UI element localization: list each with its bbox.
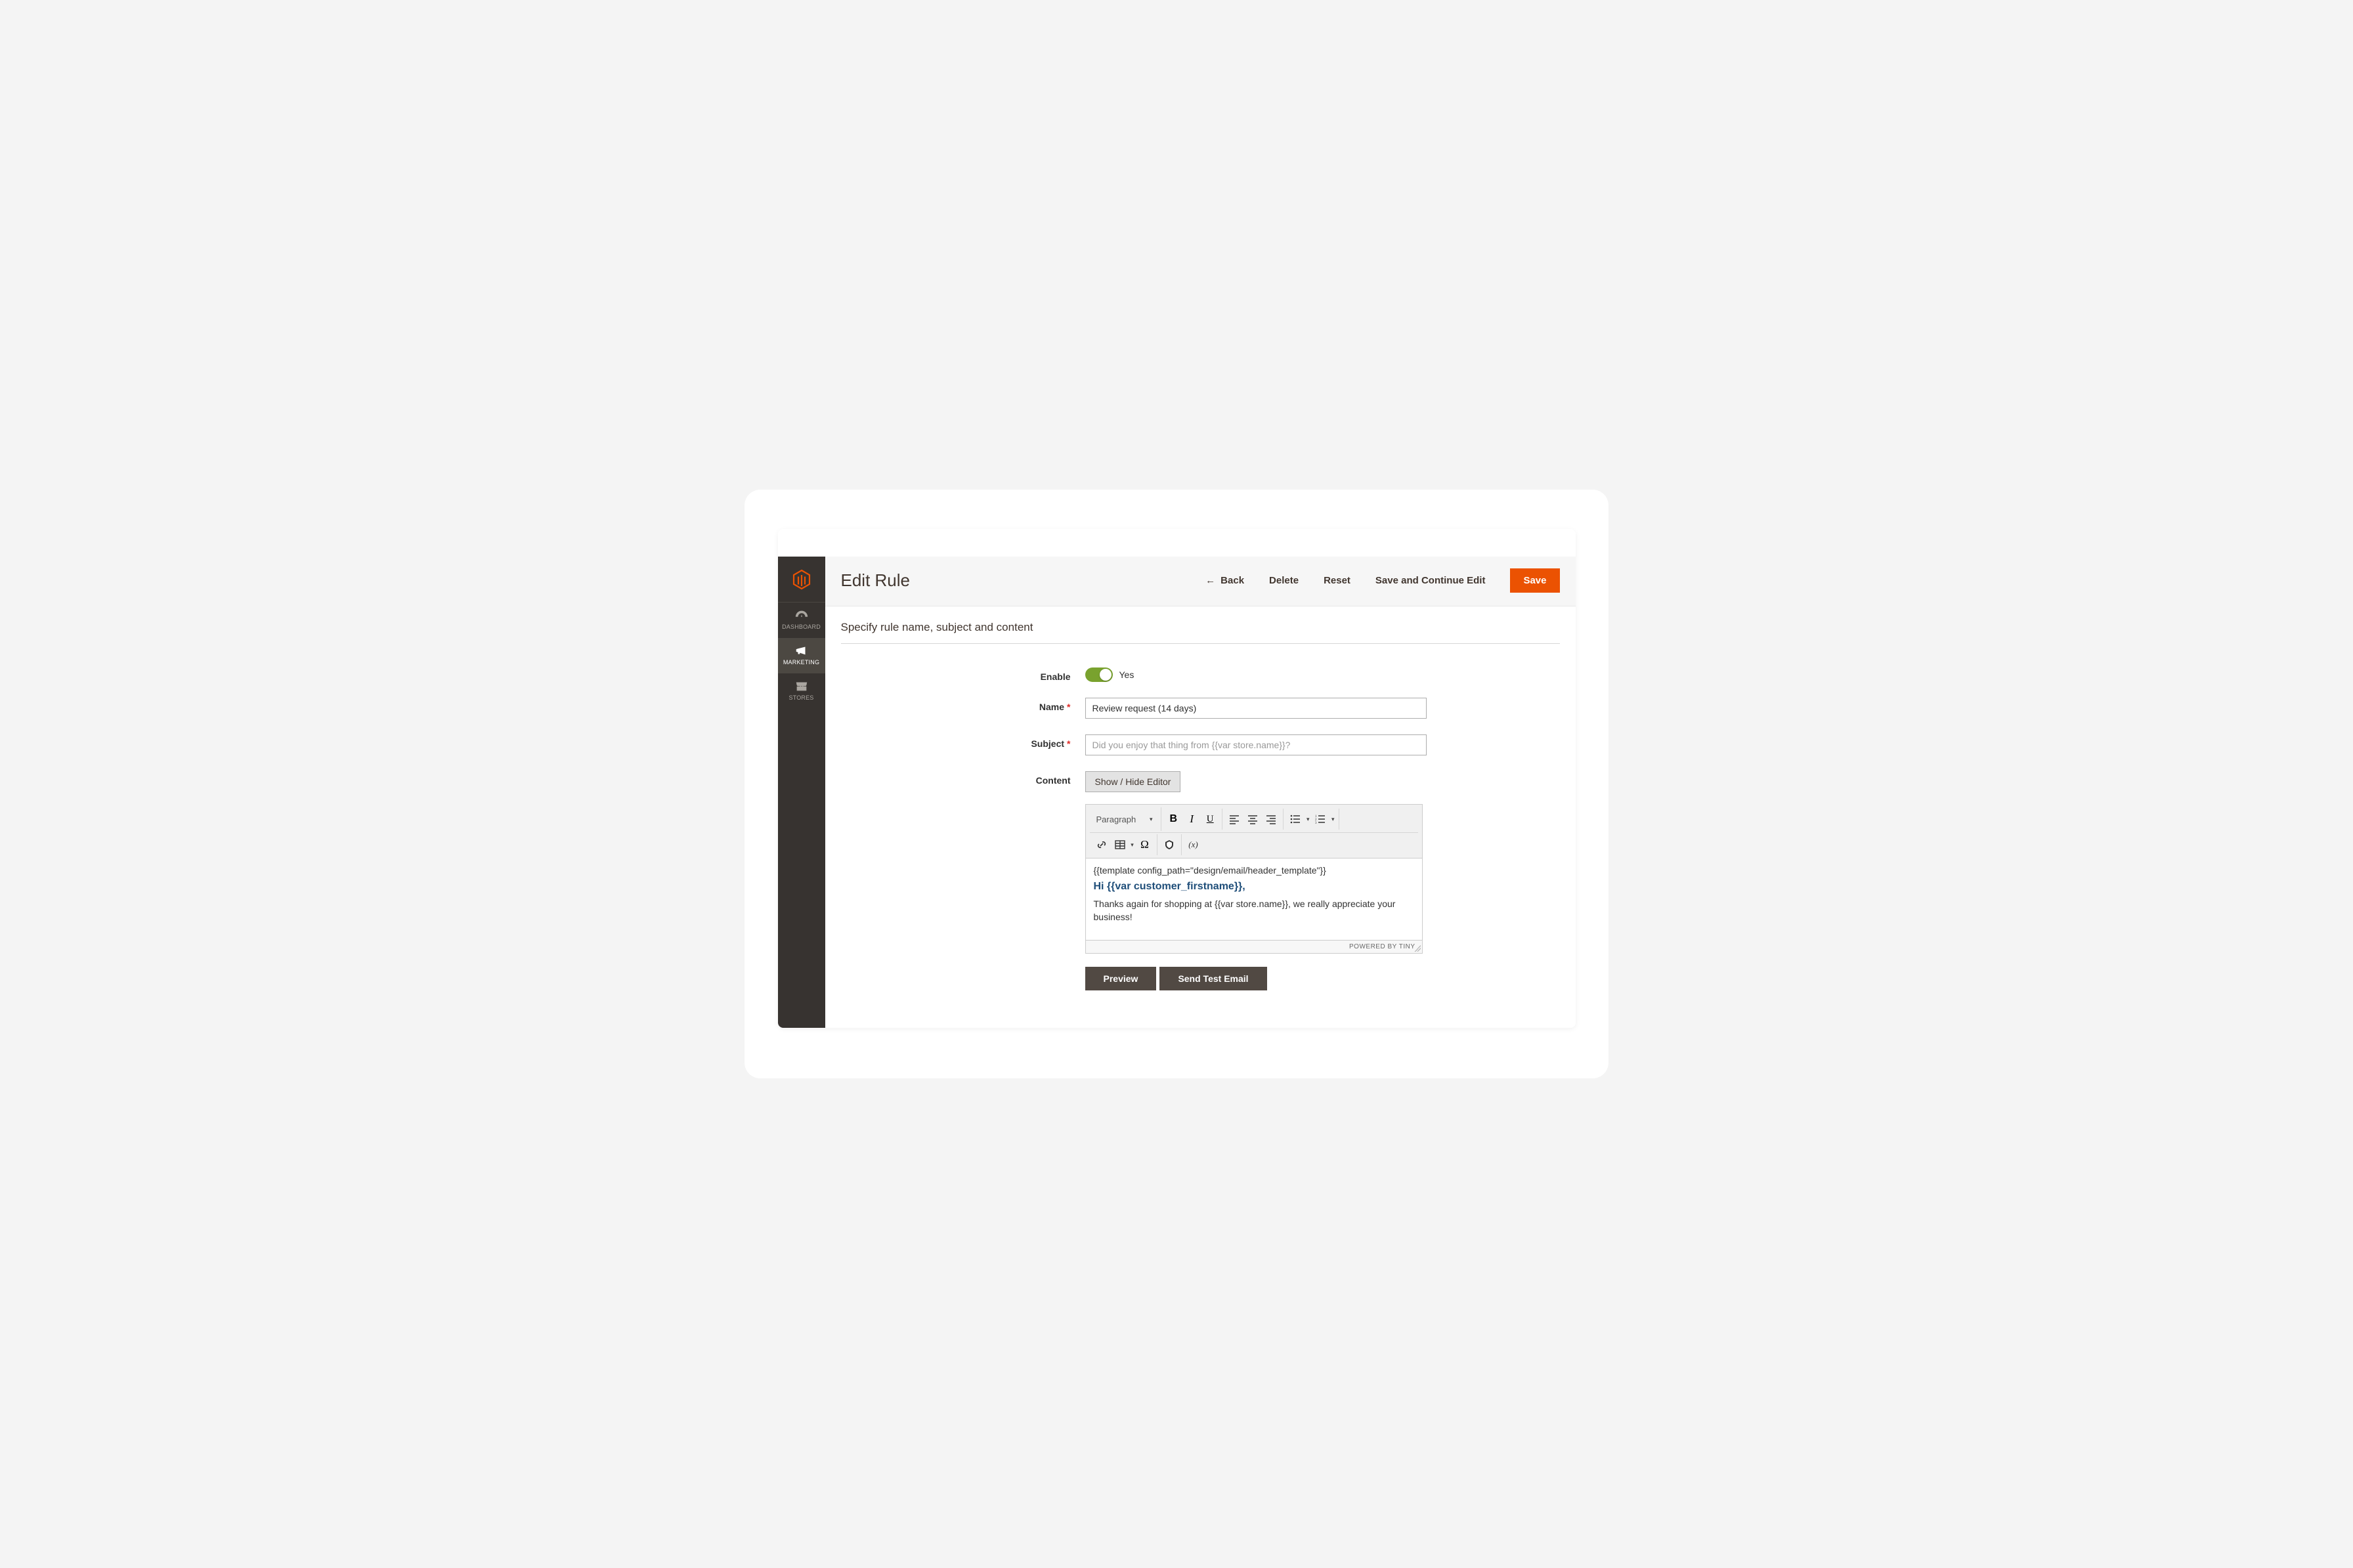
wysiwyg-editor: Paragraph B I U <box>1085 804 1423 954</box>
section-title: Specify rule name, subject and content <box>841 621 1560 644</box>
outer-frame: DASHBOARD MARKETING STORES Edit Rule <box>745 490 1608 1078</box>
toolbar-format-group: Paragraph <box>1090 807 1162 831</box>
row-enable: Enable Yes <box>970 667 1534 682</box>
label-enable: Enable <box>970 667 1085 682</box>
editor-content-wrap: {{template config_path="design/email/hea… <box>1086 858 1422 940</box>
sidebar-item-dashboard[interactable]: DASHBOARD <box>778 603 825 638</box>
numbered-list-button[interactable]: 123 <box>1311 810 1329 828</box>
bullet-list-caret[interactable] <box>1305 810 1311 828</box>
chevron-down-icon <box>1148 810 1154 828</box>
row-content: Content Show / Hide Editor Paragraph <box>970 771 1534 990</box>
align-right-button[interactable] <box>1262 810 1280 828</box>
sidebar-item-label: DASHBOARD <box>782 624 821 630</box>
row-name: Name* <box>970 698 1534 719</box>
link-button[interactable] <box>1092 836 1111 854</box>
toolbar-text-style-group: B I U <box>1161 809 1222 830</box>
label-content: Content <box>970 771 1085 786</box>
bold-button[interactable]: B <box>1164 810 1182 828</box>
underline-button[interactable]: U <box>1201 810 1219 828</box>
save-continue-button[interactable]: Save and Continue Edit <box>1375 575 1486 586</box>
magento-logo[interactable] <box>778 557 825 603</box>
toolbar-misc-group <box>1157 834 1182 855</box>
app-window: DASHBOARD MARKETING STORES Edit Rule <box>778 529 1576 1028</box>
sidebar-item-marketing[interactable]: MARKETING <box>778 638 825 673</box>
save-button[interactable]: Save <box>1510 568 1559 593</box>
table-caret[interactable] <box>1129 836 1136 854</box>
field-name <box>1085 698 1427 719</box>
delete-button[interactable]: Delete <box>1269 575 1299 586</box>
enable-toggle[interactable] <box>1085 667 1113 682</box>
store-icon <box>794 680 809 692</box>
sidebar-item-stores[interactable]: STORES <box>778 673 825 709</box>
sidebar-item-label: MARKETING <box>783 659 819 666</box>
main-content: Edit Rule ← Back Delete Reset Save and C… <box>825 557 1576 1028</box>
enable-value-label: Yes <box>1119 669 1134 680</box>
row-subject: Subject* <box>970 734 1534 755</box>
format-selector-label: Paragraph <box>1096 815 1136 824</box>
field-enable: Yes <box>1085 667 1427 682</box>
subject-input[interactable] <box>1085 734 1427 755</box>
page-title: Edit Rule <box>841 570 1206 591</box>
page-header: Edit Rule ← Back Delete Reset Save and C… <box>825 557 1576 606</box>
label-name: Name* <box>970 698 1085 712</box>
window-blank-top <box>778 529 1576 557</box>
back-label: Back <box>1220 575 1244 586</box>
name-input[interactable] <box>1085 698 1427 719</box>
reset-button[interactable]: Reset <box>1324 575 1350 586</box>
italic-button[interactable]: I <box>1182 810 1201 828</box>
align-center-button[interactable] <box>1243 810 1262 828</box>
rule-form: Enable Yes Name* <box>841 644 1560 990</box>
toolbar-var-group: (x) <box>1182 834 1205 855</box>
table-button[interactable] <box>1111 836 1129 854</box>
field-subject <box>1085 734 1427 755</box>
field-content: Show / Hide Editor Paragraph <box>1085 771 1423 990</box>
rule-section: Specify rule name, subject and content E… <box>825 606 1576 1021</box>
app-body: DASHBOARD MARKETING STORES Edit Rule <box>778 557 1576 1028</box>
editor-greeting: Hi {{var customer_firstname}}, <box>1094 881 1414 893</box>
variable-button[interactable]: (x) <box>1184 836 1203 854</box>
megaphone-icon <box>794 645 809 656</box>
editor-content[interactable]: {{template config_path="design/email/hea… <box>1086 858 1422 940</box>
back-button[interactable]: ← Back <box>1205 575 1244 586</box>
editor-footer: POWERED BY TINY <box>1086 940 1422 953</box>
header-actions: ← Back Delete Reset Save and Continue Ed… <box>1205 568 1559 593</box>
toolbar-list-group: 123 <box>1284 809 1339 830</box>
send-test-email-button[interactable]: Send Test Email <box>1159 967 1266 990</box>
content-action-buttons: Preview Send Test Email <box>1085 967 1423 990</box>
special-char-button[interactable]: Ω <box>1136 836 1154 854</box>
admin-sidebar: DASHBOARD MARKETING STORES <box>778 557 825 1028</box>
widget-button[interactable] <box>1160 836 1178 854</box>
editor-template-line: {{template config_path="design/email/hea… <box>1094 865 1414 876</box>
format-selector[interactable]: Paragraph <box>1092 809 1159 830</box>
toolbar-align-group <box>1222 809 1284 830</box>
numbered-list-caret[interactable] <box>1329 810 1336 828</box>
sidebar-item-label: STORES <box>788 694 813 701</box>
editor-toolbar: Paragraph B I U <box>1086 805 1422 858</box>
label-subject: Subject* <box>970 734 1085 749</box>
toolbar-insert-group: Ω <box>1090 834 1157 855</box>
bullet-list-button[interactable] <box>1286 810 1305 828</box>
arrow-left-icon: ← <box>1205 575 1215 586</box>
gauge-icon <box>794 609 809 621</box>
preview-button[interactable]: Preview <box>1085 967 1157 990</box>
editor-paragraph: Thanks again for shopping at {{var store… <box>1094 898 1414 923</box>
svg-text:3: 3 <box>1315 822 1317 824</box>
align-left-button[interactable] <box>1225 810 1243 828</box>
show-hide-editor-button[interactable]: Show / Hide Editor <box>1085 771 1181 792</box>
